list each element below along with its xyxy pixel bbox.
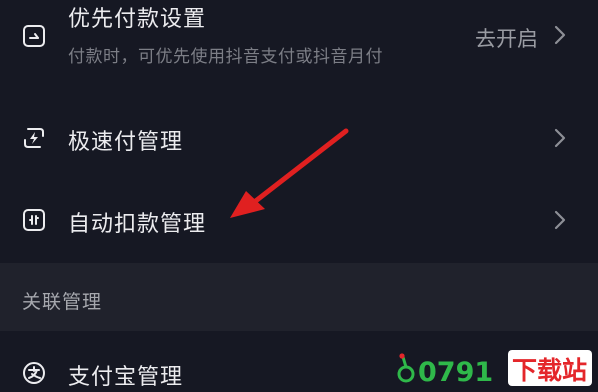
- row-title: 极速付管理: [68, 130, 184, 155]
- row-title: 优先付款设置: [68, 7, 207, 32]
- priority-pay-icon: [22, 24, 46, 48]
- lightning-pay-icon: [22, 126, 46, 150]
- alipay-icon: [22, 361, 46, 385]
- auto-debit-icon: [22, 208, 46, 232]
- chevron-right-icon: [552, 209, 568, 231]
- watermark-logo-icon: [397, 353, 415, 383]
- auto-debit-row[interactable]: 自动扣款管理: [0, 182, 598, 260]
- chevron-right-icon: [552, 127, 568, 149]
- site-watermark: 0791 下载站: [396, 348, 592, 388]
- watermark-number: 0791: [418, 357, 493, 388]
- row-subtitle: 付款时，可优先使用抖音支付或抖音月付: [68, 47, 383, 67]
- enable-link[interactable]: 去开启: [475, 23, 538, 53]
- fast-pay-row[interactable]: 极速付管理: [0, 100, 598, 178]
- priority-payment-row[interactable]: 优先付款设置 付款时，可优先使用抖音支付或抖音月付 去开启: [0, 0, 598, 92]
- row-title: 自动扣款管理: [68, 212, 207, 237]
- watermark-site-name: 下载站: [512, 356, 587, 385]
- payment-settings-screen: 优先付款设置 付款时，可优先使用抖音支付或抖音月付 去开启 极速付管理 自动扣款…: [0, 0, 598, 392]
- chevron-right-icon: [552, 24, 568, 46]
- row-title: 支付宝管理: [68, 365, 184, 390]
- section-title: 关联管理: [22, 291, 103, 313]
